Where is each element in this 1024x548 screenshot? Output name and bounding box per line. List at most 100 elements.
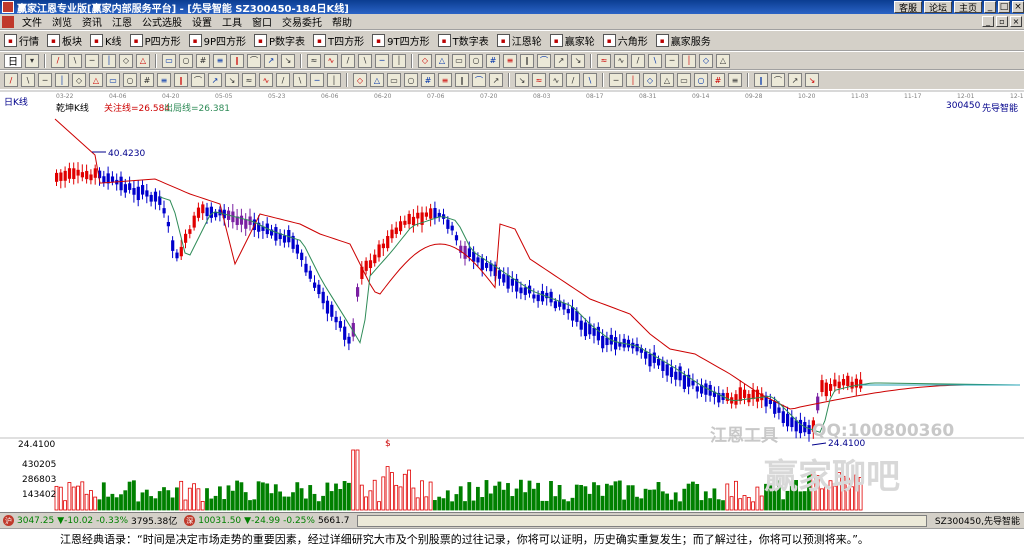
menu-file[interactable]: 文件: [17, 14, 47, 29]
menu-formula-screen[interactable]: 公式选股: [137, 14, 187, 29]
drawing-tool-icon[interactable]: ◇: [418, 53, 432, 68]
drawing-tool-icon[interactable]: ∿: [614, 53, 628, 68]
child-minimize-icon[interactable]: _: [982, 16, 994, 27]
analysis-tool-icon[interactable]: \: [583, 73, 597, 87]
analysis-tool-icon[interactable]: ⌒: [472, 73, 486, 87]
kline-chart[interactable]: 03-22 04-06 04-20 05-05 05-23 06-06 06-20 07-06…: [0, 89, 1024, 512]
drawing-tool-icon[interactable]: \: [358, 53, 372, 68]
drawing-tool-icon[interactable]: \: [648, 53, 662, 68]
menu-settings[interactable]: 设置: [187, 14, 217, 29]
analysis-tool-icon[interactable]: ∿: [259, 73, 273, 87]
analysis-tool-icon[interactable]: #: [140, 73, 154, 87]
maximize-window-icon[interactable]: □: [998, 1, 1010, 13]
menu-trade[interactable]: 交易委托: [277, 14, 327, 29]
analysis-tool-icon[interactable]: ○: [123, 73, 137, 87]
analysis-tool-icon[interactable]: \: [21, 73, 35, 87]
dropdown-arrow-icon[interactable]: ▾: [25, 53, 39, 68]
drawing-tool-icon[interactable]: ⌒: [537, 53, 551, 68]
minimize-window-icon[interactable]: _: [984, 1, 996, 13]
analysis-tool-icon[interactable]: │: [55, 73, 69, 87]
drawing-tool-icon[interactable]: ⌒: [247, 53, 261, 68]
toolbar-item-3[interactable]: ▪ P四方形: [129, 33, 181, 48]
ticker-scrollbar[interactable]: [357, 514, 927, 527]
period-select[interactable]: 日: [4, 53, 22, 68]
analysis-tool-icon[interactable]: │: [327, 73, 341, 87]
drawing-tool-icon[interactable]: ─: [85, 53, 99, 68]
drawing-tool-icon[interactable]: ≈: [597, 53, 611, 68]
analysis-tool-icon[interactable]: ↘: [515, 73, 529, 87]
analysis-tool-icon[interactable]: #: [421, 73, 435, 87]
toolbar-item-11[interactable]: ▪ 六角形: [602, 33, 648, 48]
analysis-tool-icon[interactable]: ⌒: [191, 73, 205, 87]
toolbar-item-5[interactable]: ▪ P数字表: [254, 33, 305, 48]
analysis-tool-icon[interactable]: ▭: [677, 73, 691, 87]
drawing-tool-icon[interactable]: ∥: [230, 53, 244, 68]
analysis-tool-icon[interactable]: /: [566, 73, 580, 87]
toolbar-item-6[interactable]: ▪ T四方形: [313, 33, 364, 48]
toolbar-item-10[interactable]: ▪ 赢家轮: [549, 33, 595, 48]
toolbar-item-4[interactable]: ▪ 9P四方形: [188, 33, 246, 48]
menu-browse[interactable]: 浏览: [47, 14, 77, 29]
toolbar-item-7[interactable]: ▪ 9T四方形: [372, 33, 430, 48]
analysis-tool-icon[interactable]: #: [711, 73, 725, 87]
drawing-tool-icon[interactable]: △: [136, 53, 150, 68]
analysis-tool-icon[interactable]: ∥: [455, 73, 469, 87]
drawing-tool-icon[interactable]: │: [682, 53, 696, 68]
toolbar-item-8[interactable]: ▪ T数字表: [437, 33, 489, 48]
analysis-tool-icon[interactable]: ⌒: [771, 73, 785, 87]
drawing-tool-icon[interactable]: ∥: [520, 53, 534, 68]
analysis-tool-icon[interactable]: ∥: [754, 73, 768, 87]
close-window-icon[interactable]: ×: [1012, 1, 1024, 13]
child-close-icon[interactable]: ×: [1010, 16, 1022, 27]
analysis-tool-icon[interactable]: ▭: [106, 73, 120, 87]
toolbar-item-12[interactable]: ▪ 赢家服务: [655, 33, 711, 48]
analysis-tool-icon[interactable]: ─: [38, 73, 52, 87]
homepage-button[interactable]: 主页: [953, 1, 982, 14]
menu-window[interactable]: 窗口: [247, 14, 277, 29]
drawing-tool-icon[interactable]: △: [435, 53, 449, 68]
drawing-tool-icon[interactable]: ↘: [571, 53, 585, 68]
menu-tools[interactable]: 工具: [217, 14, 247, 29]
analysis-tool-icon[interactable]: ≈: [242, 73, 256, 87]
analysis-tool-icon[interactable]: ○: [694, 73, 708, 87]
drawing-tool-icon[interactable]: #: [196, 53, 210, 68]
drawing-tool-icon[interactable]: ─: [665, 53, 679, 68]
drawing-tool-icon[interactable]: ↘: [281, 53, 295, 68]
drawing-tool-icon[interactable]: \: [68, 53, 82, 68]
drawing-tool-icon[interactable]: ≈: [307, 53, 321, 68]
drawing-tool-icon[interactable]: ≡: [213, 53, 227, 68]
analysis-tool-icon[interactable]: ≈: [532, 73, 546, 87]
analysis-tool-icon[interactable]: ≡: [438, 73, 452, 87]
drawing-tool-icon[interactable]: ▭: [452, 53, 466, 68]
toolbar-item-0[interactable]: ▪ 行情: [4, 33, 39, 48]
drawing-tool-icon[interactable]: /: [341, 53, 355, 68]
analysis-tool-icon[interactable]: △: [370, 73, 384, 87]
analysis-tool-icon[interactable]: ◇: [72, 73, 86, 87]
analysis-tool-icon[interactable]: ─: [609, 73, 623, 87]
drawing-tool-icon[interactable]: ≡: [503, 53, 517, 68]
toolbar-item-9[interactable]: ▪ 江恩轮: [496, 33, 542, 48]
analysis-tool-icon[interactable]: /: [4, 73, 18, 87]
drawing-tool-icon[interactable]: ◇: [699, 53, 713, 68]
analysis-tool-icon[interactable]: ↘: [225, 73, 239, 87]
analysis-tool-icon[interactable]: ∿: [549, 73, 563, 87]
drawing-tool-icon[interactable]: ─: [375, 53, 389, 68]
analysis-tool-icon[interactable]: ▭: [387, 73, 401, 87]
child-restore-icon[interactable]: ▫: [996, 16, 1008, 27]
menu-help[interactable]: 帮助: [327, 14, 357, 29]
sz-index[interactable]: 深 10031.50 ▼-24.99 -0.25% 5661.7: [181, 515, 349, 526]
drawing-tool-icon[interactable]: ▭: [162, 53, 176, 68]
toolbar-item-2[interactable]: ▪ K线: [90, 33, 122, 48]
analysis-tool-icon[interactable]: ─: [310, 73, 324, 87]
analysis-tool-icon[interactable]: ↗: [788, 73, 802, 87]
menu-gann[interactable]: 江恩: [107, 14, 137, 29]
drawing-tool-icon[interactable]: ∿: [324, 53, 338, 68]
customer-service-button[interactable]: 客服: [893, 1, 922, 14]
forum-button[interactable]: 论坛: [923, 1, 952, 14]
analysis-tool-icon[interactable]: ↗: [208, 73, 222, 87]
analysis-tool-icon[interactable]: /: [276, 73, 290, 87]
drawing-tool-icon[interactable]: ○: [179, 53, 193, 68]
analysis-tool-icon[interactable]: │: [626, 73, 640, 87]
analysis-tool-icon[interactable]: ∥: [174, 73, 188, 87]
drawing-tool-icon[interactable]: /: [631, 53, 645, 68]
